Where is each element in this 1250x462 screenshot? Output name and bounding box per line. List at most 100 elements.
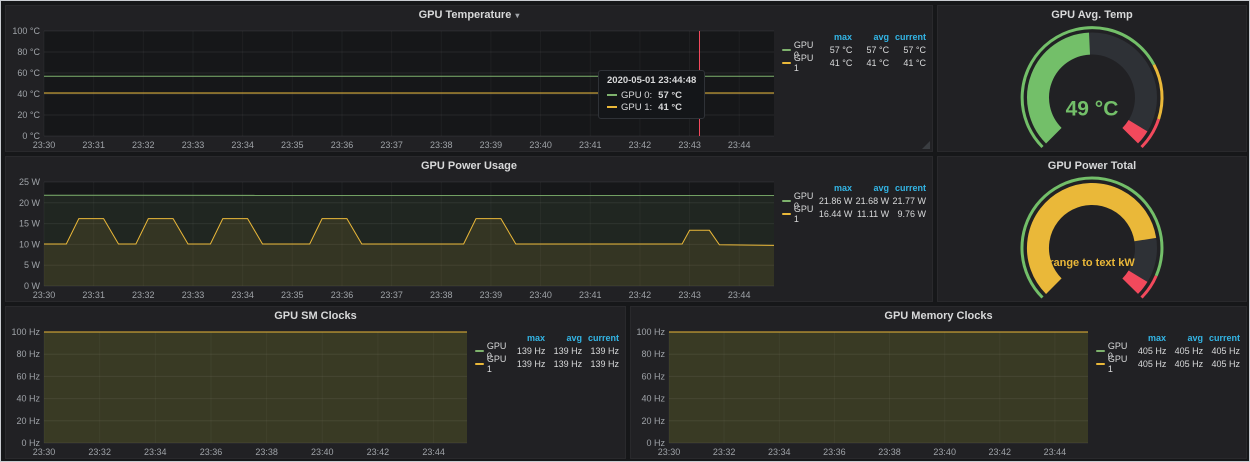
svg-text:23:44: 23:44 [728,290,751,300]
svg-text:23:38: 23:38 [430,140,453,150]
graph-tooltip: 2020-05-01 23:44:48 GPU 0: 57 °C GPU 1: … [598,70,705,119]
legend-stat-value: 21.68 W [852,196,889,206]
series-dash-icon [607,94,617,96]
chevron-down-icon: ▾ [515,11,519,20]
svg-text:20 Hz: 20 Hz [641,416,665,426]
svg-text:23:34: 23:34 [231,140,254,150]
svg-text:23:39: 23:39 [480,140,503,150]
svg-text:5 W: 5 W [24,260,41,270]
legend-series-toggle[interactable]: GPU 1 [1096,354,1130,374]
legend-series-toggle[interactable]: GPU 1 [475,354,509,374]
svg-text:23:32: 23:32 [88,447,111,457]
svg-text:60 °C: 60 °C [17,68,40,78]
legend-stat-value: 41 °C [852,58,889,68]
tooltip-series-value: 57 °C [658,90,682,101]
svg-text:23:36: 23:36 [823,447,846,457]
legend-series-row: GPU 116.44 W11.11 W9.76 W [782,207,926,220]
panel-header-gpu-memory-clocks[interactable]: GPU Memory Clocks [631,307,1246,325]
svg-text:25 W: 25 W [19,177,41,187]
panel-header-gpu-power-usage[interactable]: GPU Power Usage [6,157,932,175]
panel-gpu-sm-clocks: GPU SM Clocks 23:30 23:32 23:34 23:36 23:38 2… [5,306,626,459]
legend-stat-value: 57 °C [816,45,853,55]
panel-resize-handle[interactable] [922,141,930,149]
series-dash-icon [782,213,791,215]
series-dash-icon [475,350,484,352]
panel-header-gpu-temperature[interactable]: GPU Temperature ▾ [6,6,932,24]
legend-gpu-sm-clocks[interactable]: maxavgcurrentGPU 0139 Hz139 Hz139 HzGPU … [475,325,625,458]
series-dash-icon [782,200,791,202]
legend-stat-header[interactable]: max [815,32,852,42]
svg-text:range to text kW: range to text kW [1049,257,1135,269]
panel-title: GPU Temperature [419,9,512,21]
legend-stat-value: 405 Hz [1203,346,1240,356]
legend-stat-header[interactable]: avg [1166,333,1203,343]
tooltip-series-name: GPU 0: [621,90,652,101]
tooltip-series-row: GPU 0: 57 °C [607,89,696,101]
legend-stat-value: 16.44 W [816,209,853,219]
legend-stat-value: 21.77 W [889,196,926,206]
svg-text:23:36: 23:36 [331,140,354,150]
svg-text:80 Hz: 80 Hz [641,349,665,359]
svg-text:23:43: 23:43 [678,290,701,300]
svg-text:100 Hz: 100 Hz [636,327,665,337]
svg-text:23:38: 23:38 [255,447,278,457]
svg-text:15 W: 15 W [19,219,41,229]
legend-series-row: GPU 1139 Hz139 Hz139 Hz [475,357,619,370]
svg-text:60 Hz: 60 Hz [641,371,665,381]
legend-series-row: GPU 1405 Hz405 Hz405 Hz [1096,357,1240,370]
legend-stat-value: 139 Hz [545,346,582,356]
svg-text:80 °C: 80 °C [17,47,40,57]
legend-stat-header[interactable]: current [889,32,926,42]
svg-text:23:30: 23:30 [33,140,56,150]
svg-text:23:35: 23:35 [281,140,304,150]
legend-stat-value: 405 Hz [1203,359,1240,369]
legend-series-toggle[interactable]: GPU 1 [782,53,816,73]
svg-text:23:37: 23:37 [380,290,403,300]
legend-stat-header[interactable]: current [1203,333,1240,343]
legend-stat-header[interactable]: current [889,183,926,193]
panel-header-gpu-sm-clocks[interactable]: GPU SM Clocks [6,307,625,325]
legend-stat-header[interactable]: max [815,183,852,193]
legend-stat-header[interactable]: avg [852,32,889,42]
svg-text:0 Hz: 0 Hz [646,438,665,448]
panel-gpu-avg-temp: GPU Avg. Temp 49 °C [937,5,1247,152]
chart-gpu-sm-clocks[interactable]: 23:3023:3223:3423:3623:3823:4023:4223:44… [6,325,475,458]
svg-text:23:30: 23:30 [33,290,56,300]
svg-text:0 W: 0 W [24,281,41,291]
svg-text:23:41: 23:41 [579,290,602,300]
legend-stat-value: 139 Hz [509,346,546,356]
series-dash-icon [1096,363,1105,365]
legend-stat-header[interactable]: max [1129,333,1166,343]
legend-stat-value: 57 °C [889,45,926,55]
legend-gpu-temperature[interactable]: maxavgcurrentGPU 057 °C57 °C57 °CGPU 141… [782,24,932,151]
legend-stat-header[interactable]: avg [852,183,889,193]
svg-text:23:41: 23:41 [579,140,602,150]
panel-title: GPU Memory Clocks [884,310,992,322]
panel-title: GPU SM Clocks [274,310,357,322]
svg-text:23:36: 23:36 [200,447,223,457]
svg-text:23:44: 23:44 [422,447,445,457]
svg-text:23:31: 23:31 [82,140,105,150]
svg-text:23:40: 23:40 [933,447,956,457]
legend-stat-header[interactable]: max [508,333,545,343]
svg-text:23:40: 23:40 [529,140,552,150]
panel-title: GPU Power Usage [421,160,517,172]
legend-stat-value: 41 °C [816,58,853,68]
panel-header-gpu-power-total[interactable]: GPU Power Total [938,157,1246,175]
svg-text:23:42: 23:42 [629,290,652,300]
legend-stat-header[interactable]: current [582,333,619,343]
legend-gpu-memory-clocks[interactable]: maxavgcurrentGPU 0405 Hz405 Hz405 HzGPU … [1096,325,1246,458]
legend-series-toggle[interactable]: GPU 1 [782,204,816,224]
panel-header-gpu-avg-temp[interactable]: GPU Avg. Temp [938,6,1246,24]
svg-text:23:34: 23:34 [144,447,167,457]
chart-gpu-power-usage[interactable]: 23:3023:3123:3223:3323:3423:3523:3623:37… [6,175,782,301]
legend-stat-value: 139 Hz [545,359,582,369]
svg-text:23:30: 23:30 [33,447,56,457]
svg-text:23:42: 23:42 [989,447,1012,457]
svg-text:23:31: 23:31 [82,290,105,300]
chart-gpu-memory-clocks[interactable]: 23:3023:3223:3423:3623:3823:4023:4223:44… [631,325,1096,458]
legend-gpu-power-usage[interactable]: maxavgcurrentGPU 021.86 W21.68 W21.77 WG… [782,175,932,301]
series-dash-icon [1096,350,1105,352]
legend-stat-header[interactable]: avg [545,333,582,343]
series-dash-icon [782,62,791,64]
